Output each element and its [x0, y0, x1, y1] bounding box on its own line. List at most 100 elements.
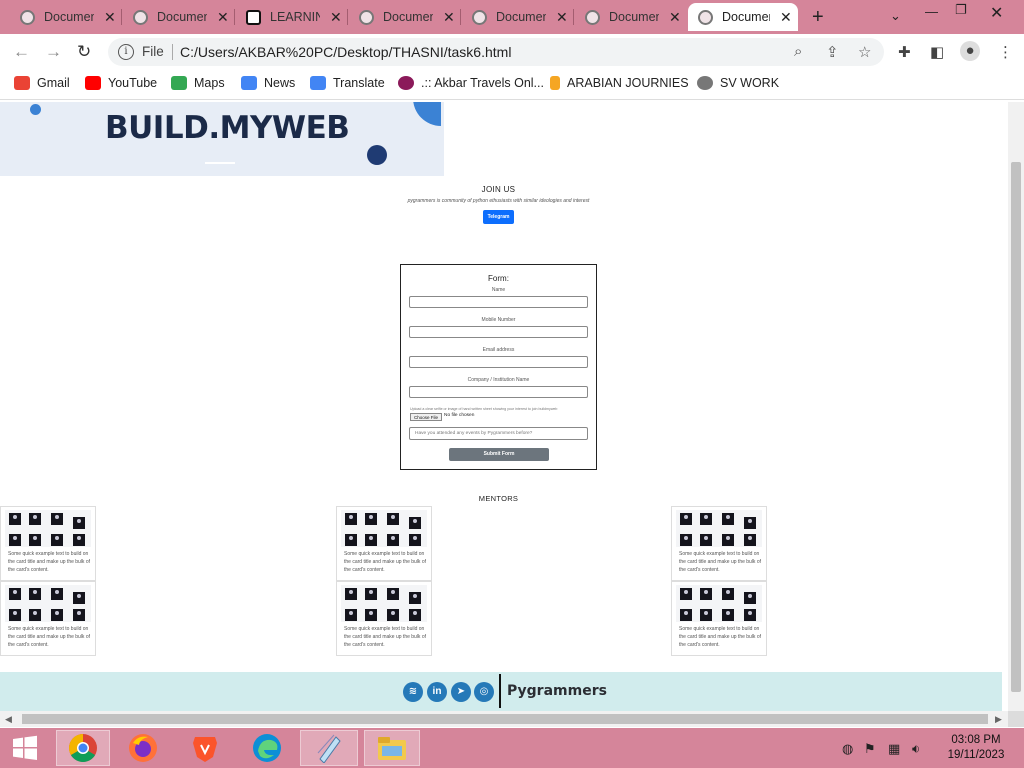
browser-tab[interactable]: LEARNING ✕ — [236, 3, 348, 31]
email-input[interactable] — [409, 356, 588, 368]
system-clock[interactable]: 03:08 PM 19/11/2023 — [940, 733, 1012, 763]
minimize-button[interactable]: — — [925, 4, 938, 34]
mentor-card: Some quick example text to build on the … — [336, 506, 432, 581]
mobile-input[interactable] — [409, 326, 588, 338]
translate-icon — [310, 76, 326, 90]
attended-events-input[interactable]: Have you attended any events by Pygramme… — [409, 427, 588, 440]
mentor-photo-thumb — [700, 588, 712, 600]
email-label: Email address — [482, 347, 515, 353]
bookmark-sv-work[interactable]: SV WORK — [697, 76, 779, 90]
mentor-photo-thumb — [9, 609, 21, 621]
close-tab-icon[interactable]: ✕ — [669, 9, 681, 26]
restore-button[interactable]: ❐ — [955, 2, 967, 32]
back-button[interactable]: ← — [13, 42, 30, 62]
chrome-tray-icon[interactable]: ◍ — [842, 741, 853, 757]
brave-icon — [193, 737, 217, 762]
close-window-button[interactable]: ✕ — [990, 3, 1003, 33]
vertical-scrollbar[interactable] — [1008, 102, 1024, 711]
bookmark-news[interactable]: News — [241, 76, 295, 90]
instagram-icon[interactable]: ◎ — [474, 682, 494, 702]
bookmark-arabian-journies[interactable]: ARABIAN JOURNIES — [550, 76, 689, 90]
close-tab-icon[interactable]: ✕ — [104, 9, 116, 26]
mentor-photo-thumb — [365, 513, 377, 525]
url-text[interactable]: C:/Users/AKBAR%20PC/Desktop/THASNI/task6… — [180, 44, 511, 60]
scroll-thumb[interactable] — [22, 714, 988, 724]
browser-tab[interactable]: Document ✕ — [349, 3, 461, 31]
browser-tab-active[interactable]: Document ✕ — [688, 3, 798, 31]
mentor-photo-thumb — [73, 592, 85, 604]
clock-time: 03:08 PM — [951, 734, 1001, 746]
bookmark-youtube[interactable]: YouTube — [85, 76, 157, 90]
horizontal-scrollbar[interactable]: ◀ ▶ — [0, 711, 1008, 727]
upload-hint: Upload a clear selfie or image of hand w… — [410, 407, 558, 411]
taskbar-firefox[interactable] — [118, 730, 168, 766]
globe-icon — [133, 9, 148, 25]
clock-date: 19/11/2023 — [947, 749, 1005, 761]
taskbar-edge[interactable] — [242, 730, 292, 766]
zoom-icon[interactable]: ⌕ — [794, 43, 802, 60]
mentor-image — [341, 510, 427, 547]
name-input[interactable] — [409, 296, 588, 308]
akbar-icon — [398, 76, 414, 90]
bookmark-translate[interactable]: Translate — [310, 76, 385, 90]
mentor-card-text: Some quick example text to build on the … — [344, 626, 426, 648]
side-panel-icon[interactable]: ◧ — [930, 43, 944, 61]
bookmark-gmail[interactable]: Gmail — [14, 76, 70, 90]
new-tab-button[interactable]: + — [812, 6, 824, 29]
mentor-photo-thumb — [29, 609, 41, 621]
windows-taskbar: ◍ ⚑ ▦ 🔉︎ 03:08 PM 19/11/2023 — [0, 728, 1024, 768]
company-label: Company / Institution Name — [467, 377, 530, 383]
reload-button[interactable]: ↻ — [77, 42, 91, 62]
linkedin-icon[interactable]: in — [427, 682, 447, 702]
start-button[interactable] — [0, 730, 50, 766]
youtube-icon — [85, 76, 101, 90]
edge-icon — [253, 734, 281, 762]
company-input[interactable] — [409, 386, 588, 398]
network-icon[interactable]: ▦ — [888, 741, 900, 757]
taskbar-explorer[interactable] — [364, 730, 420, 766]
browser-tab[interactable]: Document ✕ — [123, 3, 235, 31]
bookmark-star-icon[interactable]: ☆ — [858, 43, 871, 61]
close-tab-icon[interactable]: ✕ — [556, 9, 568, 26]
browser-tab[interactable]: Document ✕ — [10, 3, 122, 31]
gmail-icon — [14, 76, 30, 90]
globe-icon — [359, 9, 374, 25]
taskbar-brave[interactable] — [180, 730, 230, 766]
extensions-icon[interactable]: ✚ — [898, 43, 911, 61]
close-tab-icon[interactable]: ✕ — [443, 9, 455, 26]
taskbar-chrome[interactable] — [56, 730, 110, 766]
forward-button[interactable]: → — [45, 42, 62, 62]
address-bar[interactable]: i File C:/Users/AKBAR%20PC/Desktop/THASN… — [108, 38, 884, 66]
telegram-icon[interactable]: ➤ — [451, 682, 471, 702]
share-icon[interactable]: ⇪ — [826, 43, 839, 61]
bookmark-maps[interactable]: Maps — [171, 76, 225, 90]
profile-avatar[interactable]: ● — [960, 41, 980, 61]
choose-file-button[interactable]: Choose File — [410, 413, 442, 421]
close-tab-icon[interactable]: ✕ — [780, 9, 792, 26]
mentor-photo-thumb — [680, 588, 692, 600]
mentor-photo-thumb — [744, 534, 756, 546]
menu-icon[interactable]: ⋮ — [998, 43, 1013, 61]
bookmark-akbar-travels[interactable]: .:: Akbar Travels Onl... — [398, 76, 544, 90]
footer-divider — [499, 674, 501, 708]
mentor-photo-thumb — [722, 534, 734, 546]
close-tab-icon[interactable]: ✕ — [330, 9, 342, 26]
mentor-photo-thumb — [73, 517, 85, 529]
scroll-left-arrow[interactable]: ◀ — [5, 714, 12, 725]
taskbar-notepad[interactable] — [300, 730, 358, 766]
scroll-thumb[interactable] — [1011, 162, 1021, 692]
browser-tab[interactable]: Document ✕ — [462, 3, 574, 31]
browser-tab[interactable]: Document ✕ — [575, 3, 687, 31]
scroll-right-arrow[interactable]: ▶ — [995, 714, 1002, 725]
mentor-photo-thumb — [9, 588, 21, 600]
flag-icon[interactable]: ⚑ — [864, 741, 876, 757]
mentor-image — [5, 510, 91, 547]
close-tab-icon[interactable]: ✕ — [217, 9, 229, 26]
firefox-icon — [129, 734, 157, 762]
volume-icon[interactable]: 🔉︎ — [912, 741, 920, 757]
submit-form-button[interactable]: Submit Form — [449, 448, 549, 461]
bookmarks-bar: Gmail YouTube Maps News Translate .:: Ak… — [0, 70, 1024, 100]
site-info-icon[interactable]: i — [118, 44, 134, 60]
spotify-icon[interactable]: ≋ — [403, 682, 423, 702]
telegram-button[interactable]: Telegram — [483, 210, 514, 224]
